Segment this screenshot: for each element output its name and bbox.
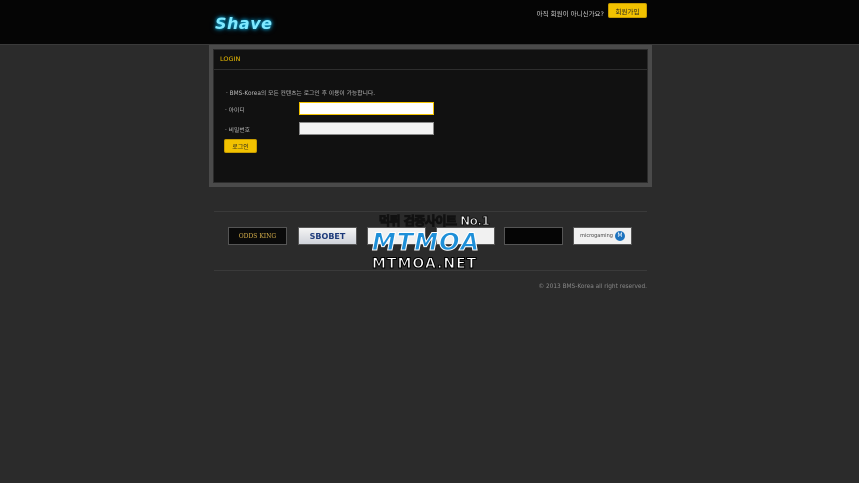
- id-input[interactable]: [299, 102, 434, 115]
- microgaming-logo-icon: M: [614, 231, 625, 241]
- login-panel: LOGIN: [213, 49, 648, 183]
- partner-microgaming-label: microgaming: [580, 233, 613, 239]
- login-button[interactable]: 로그인: [224, 139, 257, 153]
- signup-button[interactable]: 회원가입: [608, 3, 647, 18]
- partner-odds-king[interactable]: ODDS KING: [228, 227, 287, 245]
- site-logo[interactable]: Shave: [215, 14, 273, 33]
- divider-bottom: [214, 270, 647, 271]
- password-label: · 비밀번호: [225, 128, 251, 134]
- partner-sbobet[interactable]: SBOBET: [298, 227, 357, 245]
- login-title: LOGIN: [214, 50, 647, 70]
- id-label: · 아이디: [225, 108, 245, 114]
- login-notice: · BMS-Korea의 모든 컨텐츠는 로그인 후 이용이 가능합니다.: [226, 91, 376, 97]
- top-bar: Shave 아직 회원이 아니신가요? 회원가입: [0, 0, 859, 45]
- partner-microgaming[interactable]: microgaming M: [573, 227, 632, 245]
- watermark-tagline: 먹튀 검증사이트 No.1: [378, 214, 490, 229]
- signup-prompt: 아직 회원이 아니신가요?: [536, 10, 604, 18]
- login-box: LOGIN: [209, 45, 652, 187]
- copyright: © 2013 BMS-Korea all right reserved.: [538, 284, 647, 290]
- partner-logo-5[interactable]: [504, 227, 563, 245]
- watermark-logo: MTMOA: [371, 228, 481, 257]
- password-input[interactable]: [299, 122, 434, 135]
